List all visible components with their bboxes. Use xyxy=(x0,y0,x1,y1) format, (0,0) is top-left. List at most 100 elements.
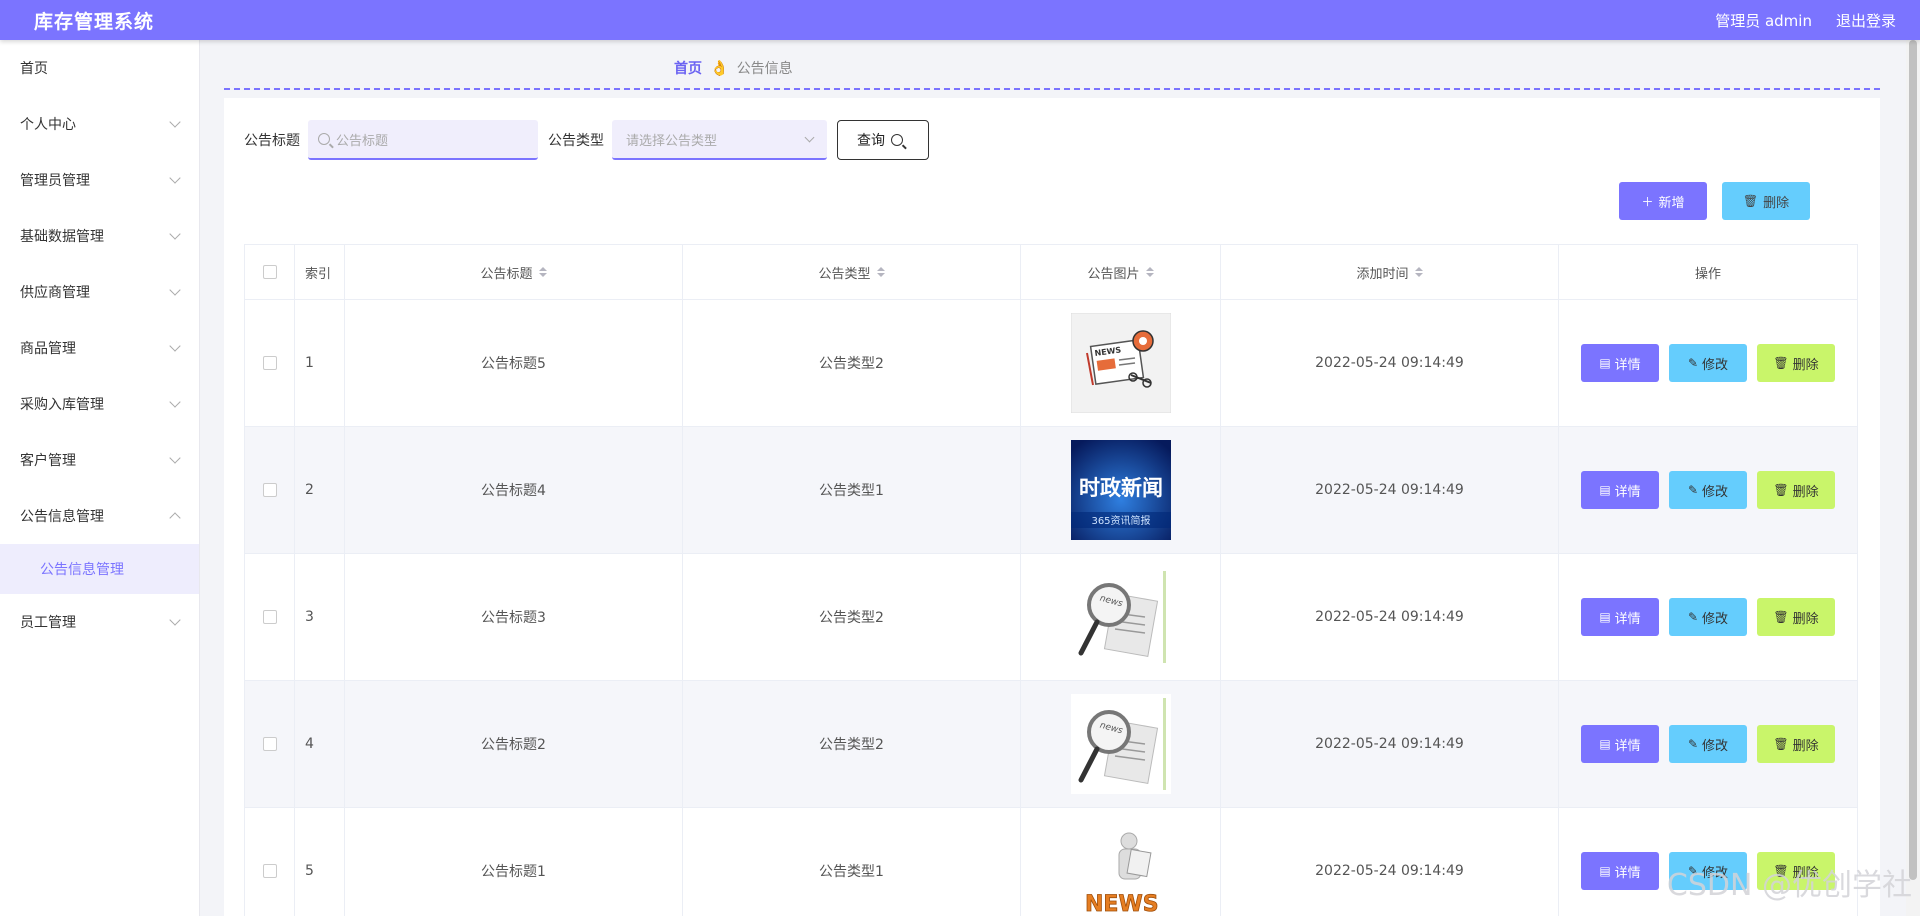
header-time[interactable]: 添加时间 xyxy=(1221,245,1559,299)
sidebar-item-admin[interactable]: 管理员管理 xyxy=(0,152,199,208)
news-3d-figure-icon[interactable]: NEWS xyxy=(1070,821,1171,916)
header-user-area: 管理员 admin 退出登录 xyxy=(1715,10,1896,31)
detail-button[interactable]: ▤ 详情 xyxy=(1581,725,1659,763)
type-select[interactable]: 请选择公告类型 xyxy=(612,120,827,160)
sidebar-item-goods[interactable]: 商品管理 xyxy=(0,320,199,376)
table-row: 5 公告标题1 公告类型1 NEWS 2022-05-24 09:14:49 ▤… xyxy=(245,808,1857,916)
row-checkbox[interactable] xyxy=(262,737,277,751)
sidebar-item-label: 个人中心 xyxy=(20,117,76,133)
sort-icon[interactable] xyxy=(1145,267,1154,277)
sidebar-item-label: 管理员管理 xyxy=(20,173,90,189)
row-ops: ▤ 详情 ✎ 修改 🗑 删除 xyxy=(1559,427,1857,553)
trash-icon: 🗑 xyxy=(1773,610,1789,624)
header-type[interactable]: 公告类型 xyxy=(683,245,1021,299)
row-checkbox[interactable] xyxy=(262,356,277,370)
row-check-cell xyxy=(245,681,295,807)
news-banner-image[interactable]: 时政新闻 365资讯简报 xyxy=(1070,440,1171,540)
sort-icon[interactable] xyxy=(538,267,547,277)
delete-button[interactable]: 🗑 删除 xyxy=(1757,471,1835,509)
magnifier-newspaper-icon[interactable]: news xyxy=(1070,694,1171,794)
row-title: 公告标题4 xyxy=(345,427,683,553)
chevron-down-icon xyxy=(169,396,181,408)
detail-label: 详情 xyxy=(1614,357,1641,373)
top-header: 库存管理系统 管理员 admin 退出登录 xyxy=(0,0,1920,40)
document-icon: ▤ xyxy=(1599,737,1611,751)
table-row: 2 公告标题4 公告类型1 时政新闻 365资讯简报 2022-05-24 09… xyxy=(245,427,1857,554)
detail-button[interactable]: ▤ 详情 xyxy=(1581,344,1659,382)
edit-button[interactable]: ✎ 修改 xyxy=(1669,725,1747,763)
sidebar-item-supplier[interactable]: 供应商管理 xyxy=(0,264,199,320)
type-search-label: 公告类型 xyxy=(548,133,604,149)
detail-button[interactable]: ▤ 详情 xyxy=(1581,852,1659,890)
scrollbar-thumb[interactable] xyxy=(1909,40,1917,880)
sidebar-item-profile[interactable]: 个人中心 xyxy=(0,96,199,152)
delete-label: 删除 xyxy=(1792,484,1819,500)
sidebar-item-label: 供应商管理 xyxy=(20,285,90,301)
chevron-down-icon xyxy=(169,172,181,184)
type-select-placeholder: 请选择公告类型 xyxy=(626,133,718,149)
row-title: 公告标题1 xyxy=(345,808,683,916)
batch-delete-button[interactable]: 🗑 删除 xyxy=(1722,182,1810,220)
sidebar-item-label: 商品管理 xyxy=(20,341,76,357)
vertical-scrollbar[interactable] xyxy=(1906,40,1920,916)
header-time-label: 添加时间 xyxy=(1356,266,1409,282)
chevron-down-icon xyxy=(169,228,181,240)
banner-subtitle: 365资讯简报 xyxy=(1091,514,1150,527)
row-checkbox[interactable] xyxy=(262,483,277,497)
sidebar-item-purchase[interactable]: 采购入库管理 xyxy=(0,376,199,432)
edit-button[interactable]: ✎ 修改 xyxy=(1669,598,1747,636)
sort-icon[interactable] xyxy=(876,267,885,277)
pencil-icon: ✎ xyxy=(1687,737,1699,751)
chevron-down-icon xyxy=(169,340,181,352)
header-title-label: 公告标题 xyxy=(480,266,533,282)
row-checkbox[interactable] xyxy=(262,610,277,624)
sidebar-subitem-notice[interactable]: 公告信息管理 xyxy=(0,544,199,594)
sidebar-item-basic-data[interactable]: 基础数据管理 xyxy=(0,208,199,264)
logout-link[interactable]: 退出登录 xyxy=(1836,10,1896,31)
detail-label: 详情 xyxy=(1614,484,1641,500)
sidebar-item-staff[interactable]: 员工管理 xyxy=(0,594,199,650)
sidebar-item-notice[interactable]: 公告信息管理 xyxy=(0,488,199,544)
delete-button[interactable]: 🗑 删除 xyxy=(1757,725,1835,763)
breadcrumb-divider xyxy=(224,88,1880,90)
row-check-cell xyxy=(245,808,295,916)
detail-label: 详情 xyxy=(1614,865,1641,881)
sort-icon[interactable] xyxy=(1414,267,1423,277)
sidebar-item-customer[interactable]: 客户管理 xyxy=(0,432,199,488)
breadcrumb-home[interactable]: 首页 xyxy=(674,58,702,78)
row-checkbox[interactable] xyxy=(262,864,277,878)
row-index: 3 xyxy=(295,554,345,680)
add-button[interactable]: ＋ 新增 xyxy=(1619,182,1707,220)
detail-button[interactable]: ▤ 详情 xyxy=(1581,471,1659,509)
search-icon xyxy=(891,134,903,146)
row-check-cell xyxy=(245,300,295,426)
watermark: CSDN @优创学社 xyxy=(1666,868,1912,903)
select-all-checkbox[interactable] xyxy=(262,265,277,279)
row-image-cell: news xyxy=(1021,554,1221,680)
row-type: 公告类型2 xyxy=(683,681,1021,807)
trash-icon: 🗑 xyxy=(1773,483,1789,497)
magnifier-newspaper-icon[interactable]: news xyxy=(1070,567,1171,667)
header-type-label: 公告类型 xyxy=(818,266,871,282)
svg-text:NEWS: NEWS xyxy=(1085,892,1159,916)
sidebar-subitem-label: 公告信息管理 xyxy=(40,562,124,578)
delete-button[interactable]: 🗑 删除 xyxy=(1757,344,1835,382)
row-index: 2 xyxy=(295,427,345,553)
title-search-input[interactable]: 公告标题 xyxy=(308,120,538,160)
delete-button[interactable]: 🗑 删除 xyxy=(1757,598,1835,636)
news-illustration-icon[interactable]: NEWS xyxy=(1070,313,1171,413)
query-button[interactable]: 查询 xyxy=(837,120,929,160)
header-title[interactable]: 公告标题 xyxy=(345,245,683,299)
detail-button[interactable]: ▤ 详情 xyxy=(1581,598,1659,636)
edit-button[interactable]: ✎ 修改 xyxy=(1669,344,1747,382)
sidebar-item-home[interactable]: 首页 xyxy=(0,40,199,96)
row-image-cell: news xyxy=(1021,681,1221,807)
edit-button[interactable]: ✎ 修改 xyxy=(1669,471,1747,509)
document-icon: ▤ xyxy=(1599,483,1611,497)
header-image[interactable]: 公告图片 xyxy=(1021,245,1221,299)
chevron-down-icon xyxy=(169,614,181,626)
sidebar-item-label: 首页 xyxy=(20,61,48,77)
edit-label: 修改 xyxy=(1702,738,1729,754)
row-index: 1 xyxy=(295,300,345,426)
row-image-cell: NEWS xyxy=(1021,300,1221,426)
